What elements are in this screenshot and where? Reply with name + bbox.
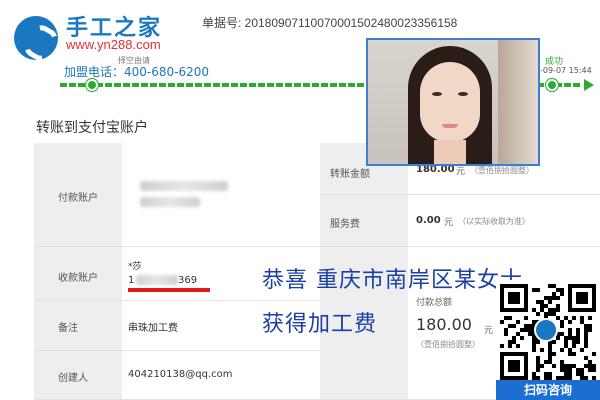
progress-arrow-icon xyxy=(584,79,594,91)
page-title: 转账到支付宝账户 xyxy=(36,120,148,136)
creator-value: 404210138@qq.com xyxy=(128,369,233,380)
amount-words: （壹佰捌拾圆整） xyxy=(470,166,534,175)
memo-label-cell: 备注 xyxy=(34,301,122,351)
payee-account-redacted xyxy=(136,275,178,285)
payer-account-redacted xyxy=(140,181,228,191)
fee-label-cell: 服务费 xyxy=(320,195,408,247)
qr-caption: 扫码咨询 xyxy=(496,380,600,400)
fee-label: 服务费 xyxy=(330,219,360,230)
site-url[interactable]: www.yn288.com xyxy=(66,37,161,52)
progress-step-dot xyxy=(546,79,558,91)
fee-value: 0.00 xyxy=(416,215,441,226)
payee-label-cell: 收款账户 xyxy=(34,247,122,301)
payee-label: 收款账户 xyxy=(58,273,98,284)
order-number: 单据号: 20180907110070001502480023356158 xyxy=(202,16,458,30)
status-time: -09-07 15:44 xyxy=(540,66,592,75)
brand-logo-icon xyxy=(14,16,58,60)
total-label: 付款总额 xyxy=(416,298,453,308)
payer-label-cell: 付款账户 xyxy=(34,143,122,247)
payer-name-redacted xyxy=(140,197,200,207)
creator-value-cell: 404210138@qq.com xyxy=(122,351,320,400)
amount-label: 转账金额 xyxy=(330,169,370,180)
memo-label: 备注 xyxy=(58,323,78,334)
congrats-subline: 获得加工费 xyxy=(262,312,378,337)
payer-label: 付款账户 xyxy=(58,193,98,204)
payee-name: *莎 xyxy=(128,262,142,272)
customer-photo xyxy=(366,38,540,166)
memo-value: 串珠加工费 xyxy=(128,323,178,334)
creator-label-cell: 创建人 xyxy=(34,351,122,400)
total-words: （壹佰捌拾圆整） xyxy=(416,340,480,349)
creator-label: 创建人 xyxy=(58,373,88,384)
congrats-headline: 恭喜 重庆市南岸区某女士 xyxy=(262,268,523,293)
total-value: 180.00 xyxy=(416,315,472,334)
fee-value-cell: 0.00 元 （以实际收取为准） xyxy=(408,195,600,247)
payee-redaction-bar xyxy=(128,288,210,292)
progress-step-dot xyxy=(86,79,98,91)
total-unit: 元 xyxy=(484,326,494,336)
fee-unit: 元 xyxy=(444,218,454,228)
payee-account-tail: 369 xyxy=(178,275,198,286)
fee-note: （以实际收取为准） xyxy=(458,217,530,226)
qr-code-panel[interactable]: 扫码咨询 xyxy=(496,280,600,400)
qr-logo-icon xyxy=(534,318,558,342)
payer-value-cell xyxy=(122,143,320,247)
payee-account-partial: 1 xyxy=(128,275,135,286)
